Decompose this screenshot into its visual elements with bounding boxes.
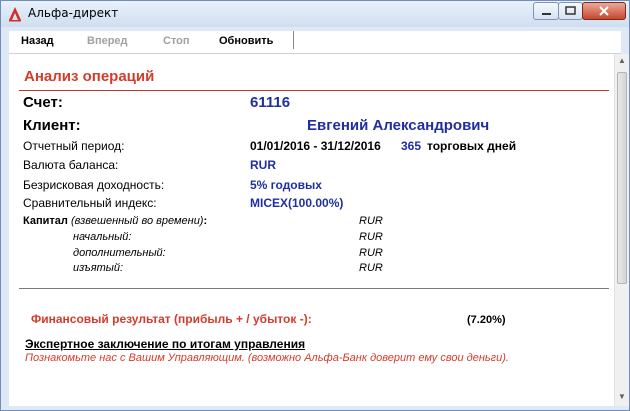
window-title: Альфа-директ [28,6,119,20]
maximize-button[interactable] [558,2,583,20]
financial-result-value: (7.20%) [467,314,506,326]
additional-capital-label: дополнительный: [73,247,166,259]
app-window: Альфа-директ Назад Вперед Стоп Обновить … [0,0,630,411]
close-button[interactable] [582,2,626,20]
client-label: Клиент: [23,117,81,134]
capital-label: Капитал [23,215,68,227]
currency-value: RUR [250,158,276,172]
capital-currency: RUR [359,215,383,227]
initial-capital-currency: RUR [359,231,383,243]
financial-result-label: Финансовый результат (прибыль + / убыток… [31,312,312,326]
benchmark-value: MICEX(100.00%) [250,196,344,210]
trading-days-count: 365 [401,139,422,153]
heading-divider [19,90,609,91]
maximize-icon [565,6,576,15]
period-value: 01/01/2016 - 31/12/2016 [250,139,381,153]
benchmark-label: Сравнительный индекс: [23,196,157,210]
riskfree-value: 5% годовых [250,178,322,192]
expert-conclusion-note: Познакомьте нас с Вашим Управляющим. (во… [25,352,509,364]
back-button[interactable]: Назад [21,35,54,47]
title-bar[interactable]: Альфа-директ [1,1,629,27]
additional-capital-currency: RUR [359,247,383,259]
stop-button[interactable]: Стоп [163,35,190,47]
report-heading: Анализ операций [24,68,155,85]
withdrawn-capital-currency: RUR [359,262,383,274]
account-value: 61116 [250,94,291,111]
alfa-logo-icon [9,7,21,22]
period-label: Отчетный период: [23,139,125,153]
withdrawn-capital-label: изъятый: [73,262,124,274]
minimize-button[interactable] [533,2,559,20]
expert-conclusion-title: Экспертное заключение по итогам управлен… [25,337,306,351]
initial-capital-label: начальный: [73,231,132,243]
capital-colon: : [203,215,208,227]
refresh-button[interactable]: Обновить [219,35,273,47]
forward-button[interactable]: Вперед [87,35,128,47]
section-divider [19,288,609,289]
navigation-toolbar: Назад Вперед Стоп Обновить [9,31,621,54]
trading-days-text: торговых дней [427,139,517,153]
toolbar-separator [293,31,294,49]
vertical-scrollbar[interactable]: ▲ ▼ [614,54,629,406]
minimize-icon [542,13,551,15]
close-icon [599,6,609,16]
account-label: Счет: [23,94,63,111]
client-value: Евгений Александрович [307,117,490,134]
report-content: Анализ операций Счет: 61116 Клиент: Евге… [9,54,614,406]
capital-note: (взвешенный во времени) [70,215,204,227]
currency-label: Валюта баланса: [23,158,119,172]
riskfree-label: Безрисковая доходность: [23,178,165,192]
scroll-up-icon[interactable]: ▲ [618,56,626,65]
scrollbar-thumb[interactable] [617,72,627,284]
capital-label-row: Капитал (взвешенный во времени): [23,215,207,227]
scroll-down-icon[interactable]: ▼ [618,392,626,401]
